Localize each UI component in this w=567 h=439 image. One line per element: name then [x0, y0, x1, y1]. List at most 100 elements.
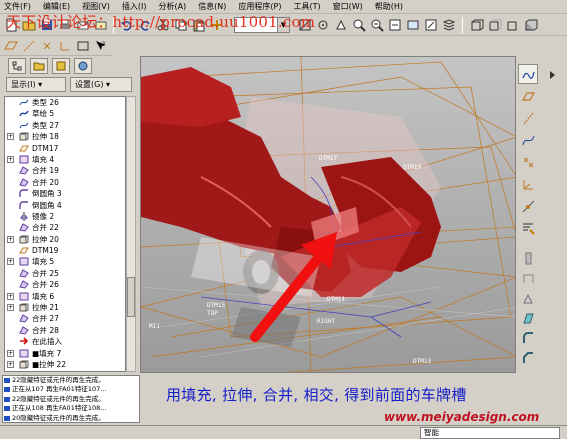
tree-item[interactable]: + ■填充 7	[5, 348, 125, 359]
menu-item[interactable]: 插入(I)	[122, 1, 147, 12]
expand-toggle-icon[interactable]: +	[7, 349, 14, 357]
annotation-display-icon[interactable]	[74, 37, 92, 55]
mail2-icon[interactable]	[92, 16, 110, 34]
tree-item[interactable]: 合并 28	[5, 325, 125, 336]
zoom-in-icon[interactable]	[350, 16, 368, 34]
tree-item[interactable]: DTM17	[5, 143, 125, 154]
zoom-out-icon[interactable]	[368, 16, 386, 34]
tree-item[interactable]: 合并 22	[5, 222, 125, 233]
paste-icon[interactable]	[190, 16, 208, 34]
tree-item[interactable]: + ■拉伸 22	[5, 359, 125, 370]
tree-item[interactable]: 合并 19	[5, 165, 125, 176]
model-tree-tab[interactable]	[8, 58, 26, 74]
menu-item[interactable]: 编辑(E)	[43, 1, 70, 12]
graphics-viewport[interactable]: DTM17 DTM19 DTM15 DTM11 DTM13 TOP RIGHT …	[140, 56, 516, 373]
curve-tool-icon[interactable]	[518, 130, 538, 150]
saved-views-icon[interactable]	[422, 16, 440, 34]
shell-tool-icon[interactable]	[518, 268, 538, 288]
connections-tab[interactable]	[74, 58, 92, 74]
new-icon[interactable]	[2, 16, 20, 34]
expand-toggle-icon[interactable]: +	[7, 304, 14, 312]
datum-point-tool-icon[interactable]	[518, 152, 538, 172]
settings-button[interactable]: 设置(G) ▾	[70, 77, 132, 92]
tree-item[interactable]: 类型 27	[5, 120, 125, 131]
tree-item[interactable]: DTM19	[5, 245, 125, 256]
favorites-tab[interactable]	[52, 58, 70, 74]
expand-toggle-icon[interactable]: +	[7, 133, 14, 141]
orient-icon[interactable]	[332, 16, 350, 34]
sketch-tool-icon[interactable]	[518, 64, 538, 84]
menu-item[interactable]: 工具(T)	[294, 1, 321, 12]
wireframe-icon[interactable]	[468, 16, 486, 34]
menu-item[interactable]: 视图(V)	[82, 1, 110, 12]
expand-toggle-icon[interactable]: +	[7, 155, 14, 163]
csys-display-icon[interactable]	[56, 37, 74, 55]
layers-icon[interactable]	[440, 16, 458, 34]
chamfer-tool-icon[interactable]	[518, 348, 538, 368]
refit-icon[interactable]	[386, 16, 404, 34]
undo-icon[interactable]	[118, 16, 136, 34]
show-button[interactable]: 显示(I) ▾	[6, 77, 66, 92]
save-icon[interactable]	[38, 16, 56, 34]
menu-item[interactable]: 信息(N)	[198, 1, 226, 12]
cut-icon[interactable]	[154, 16, 172, 34]
tree-item[interactable]: 在此插入	[5, 336, 125, 347]
tree-item[interactable]: 合并 27	[5, 313, 125, 324]
redo-icon[interactable]	[136, 16, 154, 34]
hole-tool-icon[interactable]	[518, 248, 538, 268]
datum-point-display-icon[interactable]	[38, 37, 56, 55]
round-tool-icon[interactable]	[518, 328, 538, 348]
tree-item[interactable]: + 填充 6	[5, 291, 125, 302]
spin-center-icon[interactable]	[314, 16, 332, 34]
toolbar-expand-icon[interactable]	[542, 64, 562, 84]
menu-item[interactable]: 分析(A)	[158, 1, 186, 12]
menu-item[interactable]: 应用程序(P)	[238, 1, 281, 12]
copy-icon[interactable]	[172, 16, 190, 34]
repaint-icon[interactable]	[296, 16, 314, 34]
view-manager-icon[interactable]	[404, 16, 422, 34]
tree-item[interactable]: 倒圆角 3	[5, 188, 125, 199]
regenerate-icon[interactable]	[208, 16, 226, 34]
tree-item[interactable]: + 拉伸 20	[5, 234, 125, 245]
print-icon[interactable]	[56, 16, 74, 34]
datum-axis-display-icon[interactable]	[20, 37, 38, 55]
tree-item[interactable]: 草绘 5	[5, 108, 125, 119]
menu-item[interactable]: 窗口(W)	[333, 1, 363, 12]
expand-toggle-icon[interactable]: +	[7, 235, 14, 243]
datum-plane-tool-icon[interactable]	[518, 86, 538, 106]
annotation-tool-icon[interactable]	[518, 218, 538, 238]
tree-item[interactable]: 合并 26	[5, 279, 125, 290]
tree-item[interactable]: 镜像 2	[5, 211, 125, 222]
folder-browser-tab[interactable]	[30, 58, 48, 74]
mail-icon[interactable]	[74, 16, 92, 34]
menu-item[interactable]: 帮助(H)	[375, 1, 403, 12]
expand-toggle-icon[interactable]: +	[7, 258, 14, 266]
tree-scrollbar[interactable]	[126, 96, 136, 372]
expand-toggle-icon[interactable]: +	[7, 292, 14, 300]
context-help-icon[interactable]: ?	[92, 37, 110, 55]
scrollbar-thumb[interactable]	[127, 277, 135, 317]
tree-item[interactable]: 合并 25	[5, 268, 125, 279]
analysis-tool-icon[interactable]	[518, 196, 538, 216]
tree-item[interactable]: 合并 20	[5, 177, 125, 188]
shading-icon[interactable]	[522, 16, 540, 34]
tree-item[interactable]: + 填充 5	[5, 256, 125, 267]
open-icon[interactable]	[20, 16, 38, 34]
selection-combo[interactable]: ▼	[234, 17, 290, 33]
hidden-line-icon[interactable]	[486, 16, 504, 34]
tree-item[interactable]: + 拉伸 21	[5, 302, 125, 313]
rib-tool-icon[interactable]	[518, 288, 538, 308]
csys-tool-icon[interactable]	[518, 174, 538, 194]
no-hidden-icon[interactable]	[504, 16, 522, 34]
draft-tool-icon[interactable]	[518, 308, 538, 328]
expand-toggle-icon[interactable]: +	[7, 360, 14, 368]
datum-axis-tool-icon[interactable]	[518, 108, 538, 128]
tree-item[interactable]: 类型 26	[5, 97, 125, 108]
main-toolbar: ▼	[0, 14, 567, 36]
tree-item[interactable]: + 拉伸 18	[5, 131, 125, 142]
menu-item[interactable]: 文件(F)	[4, 1, 31, 12]
tree-item[interactable]: + 填充 4	[5, 154, 125, 165]
tree-item[interactable]: 倒圆角 4	[5, 200, 125, 211]
datum-plane-display-icon[interactable]	[2, 37, 20, 55]
selection-filter[interactable]: 智能	[420, 427, 560, 439]
